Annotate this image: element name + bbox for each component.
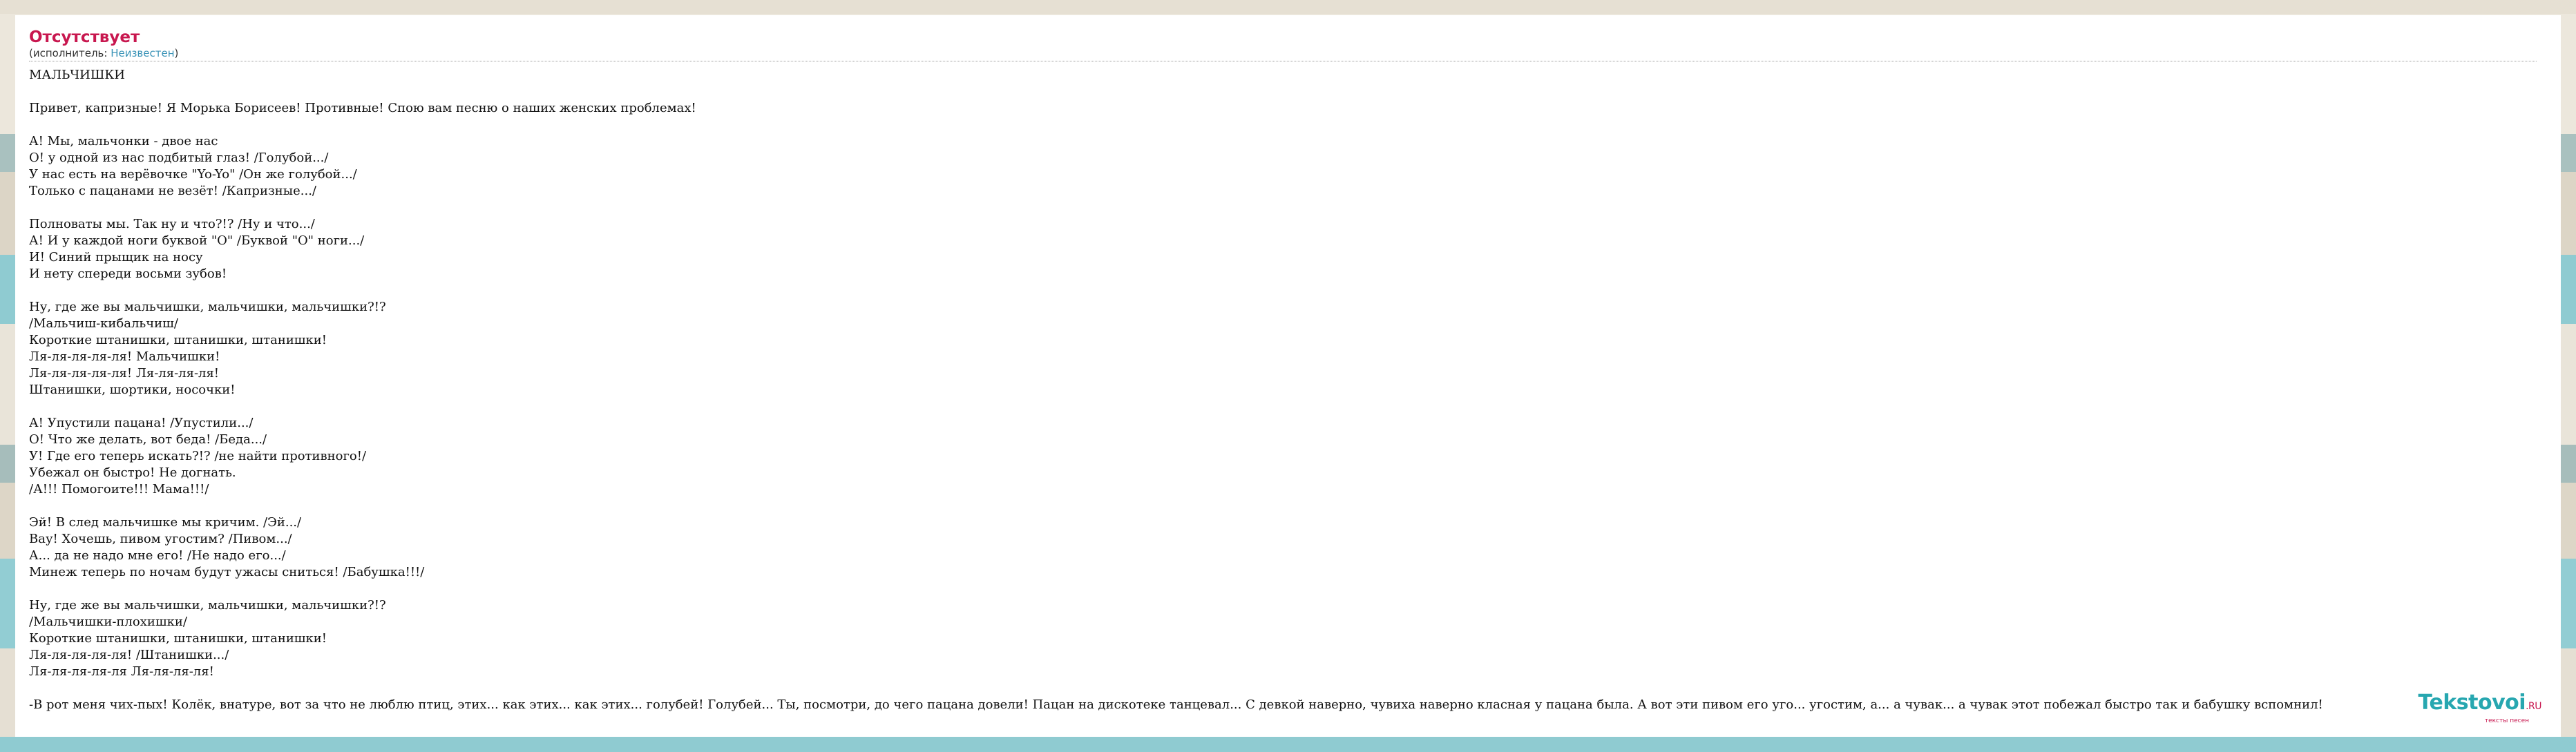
artist-suffix: ) — [174, 47, 179, 59]
site-logo[interactable]: Tekstovoi.RU тексты песен — [2418, 691, 2542, 725]
lyric-line: МАЛЬЧИШКИ — [29, 68, 125, 82]
lyric-line: /Мальчишки-плохишки/ — [29, 615, 187, 629]
top-background-band — [0, 0, 2576, 14]
lyric-line: Вау! Хочешь, пивом угостим? /Пивом.../ — [29, 532, 292, 546]
logo-domain: .RU — [2526, 701, 2541, 712]
lyric-line — [29, 84, 2547, 100]
lyric-line: /А!!! Помогоите!!! Мама!!!/ — [29, 482, 209, 496]
lyric-line: Ну, где же вы мальчишки, мальчишки, маль… — [29, 598, 386, 613]
lyric-line — [29, 498, 2547, 514]
lyric-line: А! И у каждой ноги буквой "О" /Буквой "О… — [29, 233, 365, 248]
lyric-line: Ля-ля-ля-ля-ля! /Штанишки.../ — [29, 648, 229, 662]
lyric-line: Минеж теперь по ночам будут ужасы снитьс… — [29, 565, 425, 579]
song-title: Отсутствует — [29, 28, 140, 46]
lyric-line: Ля-ля-ля-ля-ля Ля-ля-ля-ля! — [29, 664, 214, 679]
lyrics-text: МАЛЬЧИШКИ Привет, капризные! Я Морька Бо… — [29, 67, 2547, 713]
lyric-line: У! Где его теперь искать?!? /не найти пр… — [29, 449, 367, 463]
lyric-line: Только с пацанами не везёт! /Капризные..… — [29, 184, 316, 198]
lyric-line: Ля-ля-ля-ля-ля! Ля-ля-ля-ля! — [29, 366, 220, 380]
lyric-line — [29, 117, 2547, 133]
lyrics-page: Отсутствует (исполнитель: Неизвестен) МА… — [15, 15, 2561, 737]
logo-tagline: тексты песен — [2484, 717, 2529, 724]
lyric-line — [29, 282, 2547, 299]
lyric-line: Убежал он быстро! Не догнать. — [29, 465, 236, 480]
lyric-line — [29, 680, 2547, 697]
lyric-line — [29, 581, 2547, 597]
lyric-line: Эй! В след мальчишке мы кричим. /Эй.../ — [29, 515, 302, 530]
artist-link[interactable]: Неизвестен — [111, 47, 174, 59]
lyric-line: И! Синий прыщик на носу — [29, 250, 203, 264]
bottom-background-band — [0, 737, 2576, 752]
lyric-line: Короткие штанишки, штанишки, штанишки! — [29, 631, 327, 646]
lyric-line: Ля-ля-ля-ля-ля! Мальчишки! — [29, 349, 220, 364]
logo-name: Tekstovoi — [2418, 691, 2526, 715]
lyric-line: О! Что же делать, вот беда! /Беда.../ — [29, 432, 267, 447]
lyric-line: А! Мы, мальчонки - двое нас — [29, 134, 218, 148]
lyric-line: А... да не надо мне его! /Не надо его...… — [29, 548, 286, 563]
lyric-line — [29, 398, 2547, 415]
lyric-line: У нас есть на верёвочке "Yo-Yo" /Он же г… — [29, 167, 357, 182]
lyric-line: А! Упустили пацана! /Упустили.../ — [29, 416, 254, 430]
artist-prefix: (исполнитель: — [29, 47, 111, 59]
lyric-line: -В рот меня чих-пых! Колёк, внатуре, вот… — [29, 697, 2323, 712]
lyric-line: И нету спереди восьми зубов! — [29, 267, 227, 281]
lyric-line: О! у одной из нас подбитый глаз! /Голубо… — [29, 151, 329, 165]
artist-line: (исполнитель: Неизвестен) — [29, 47, 2537, 61]
lyric-line: Ну, где же вы мальчишки, мальчишки, маль… — [29, 300, 386, 314]
lyric-line: Полноваты мы. Так ну и что?!? /Ну и что.… — [29, 217, 315, 231]
lyric-line: Привет, капризные! Я Морька Борисеев! Пр… — [29, 101, 696, 115]
lyric-line: /Мальчиш-кибальчиш/ — [29, 316, 178, 331]
lyric-line: Короткие штанишки, штанишки, штанишки! — [29, 333, 327, 347]
lyric-line — [29, 200, 2547, 216]
lyric-line: Штанишки, шортики, носочки! — [29, 383, 236, 397]
